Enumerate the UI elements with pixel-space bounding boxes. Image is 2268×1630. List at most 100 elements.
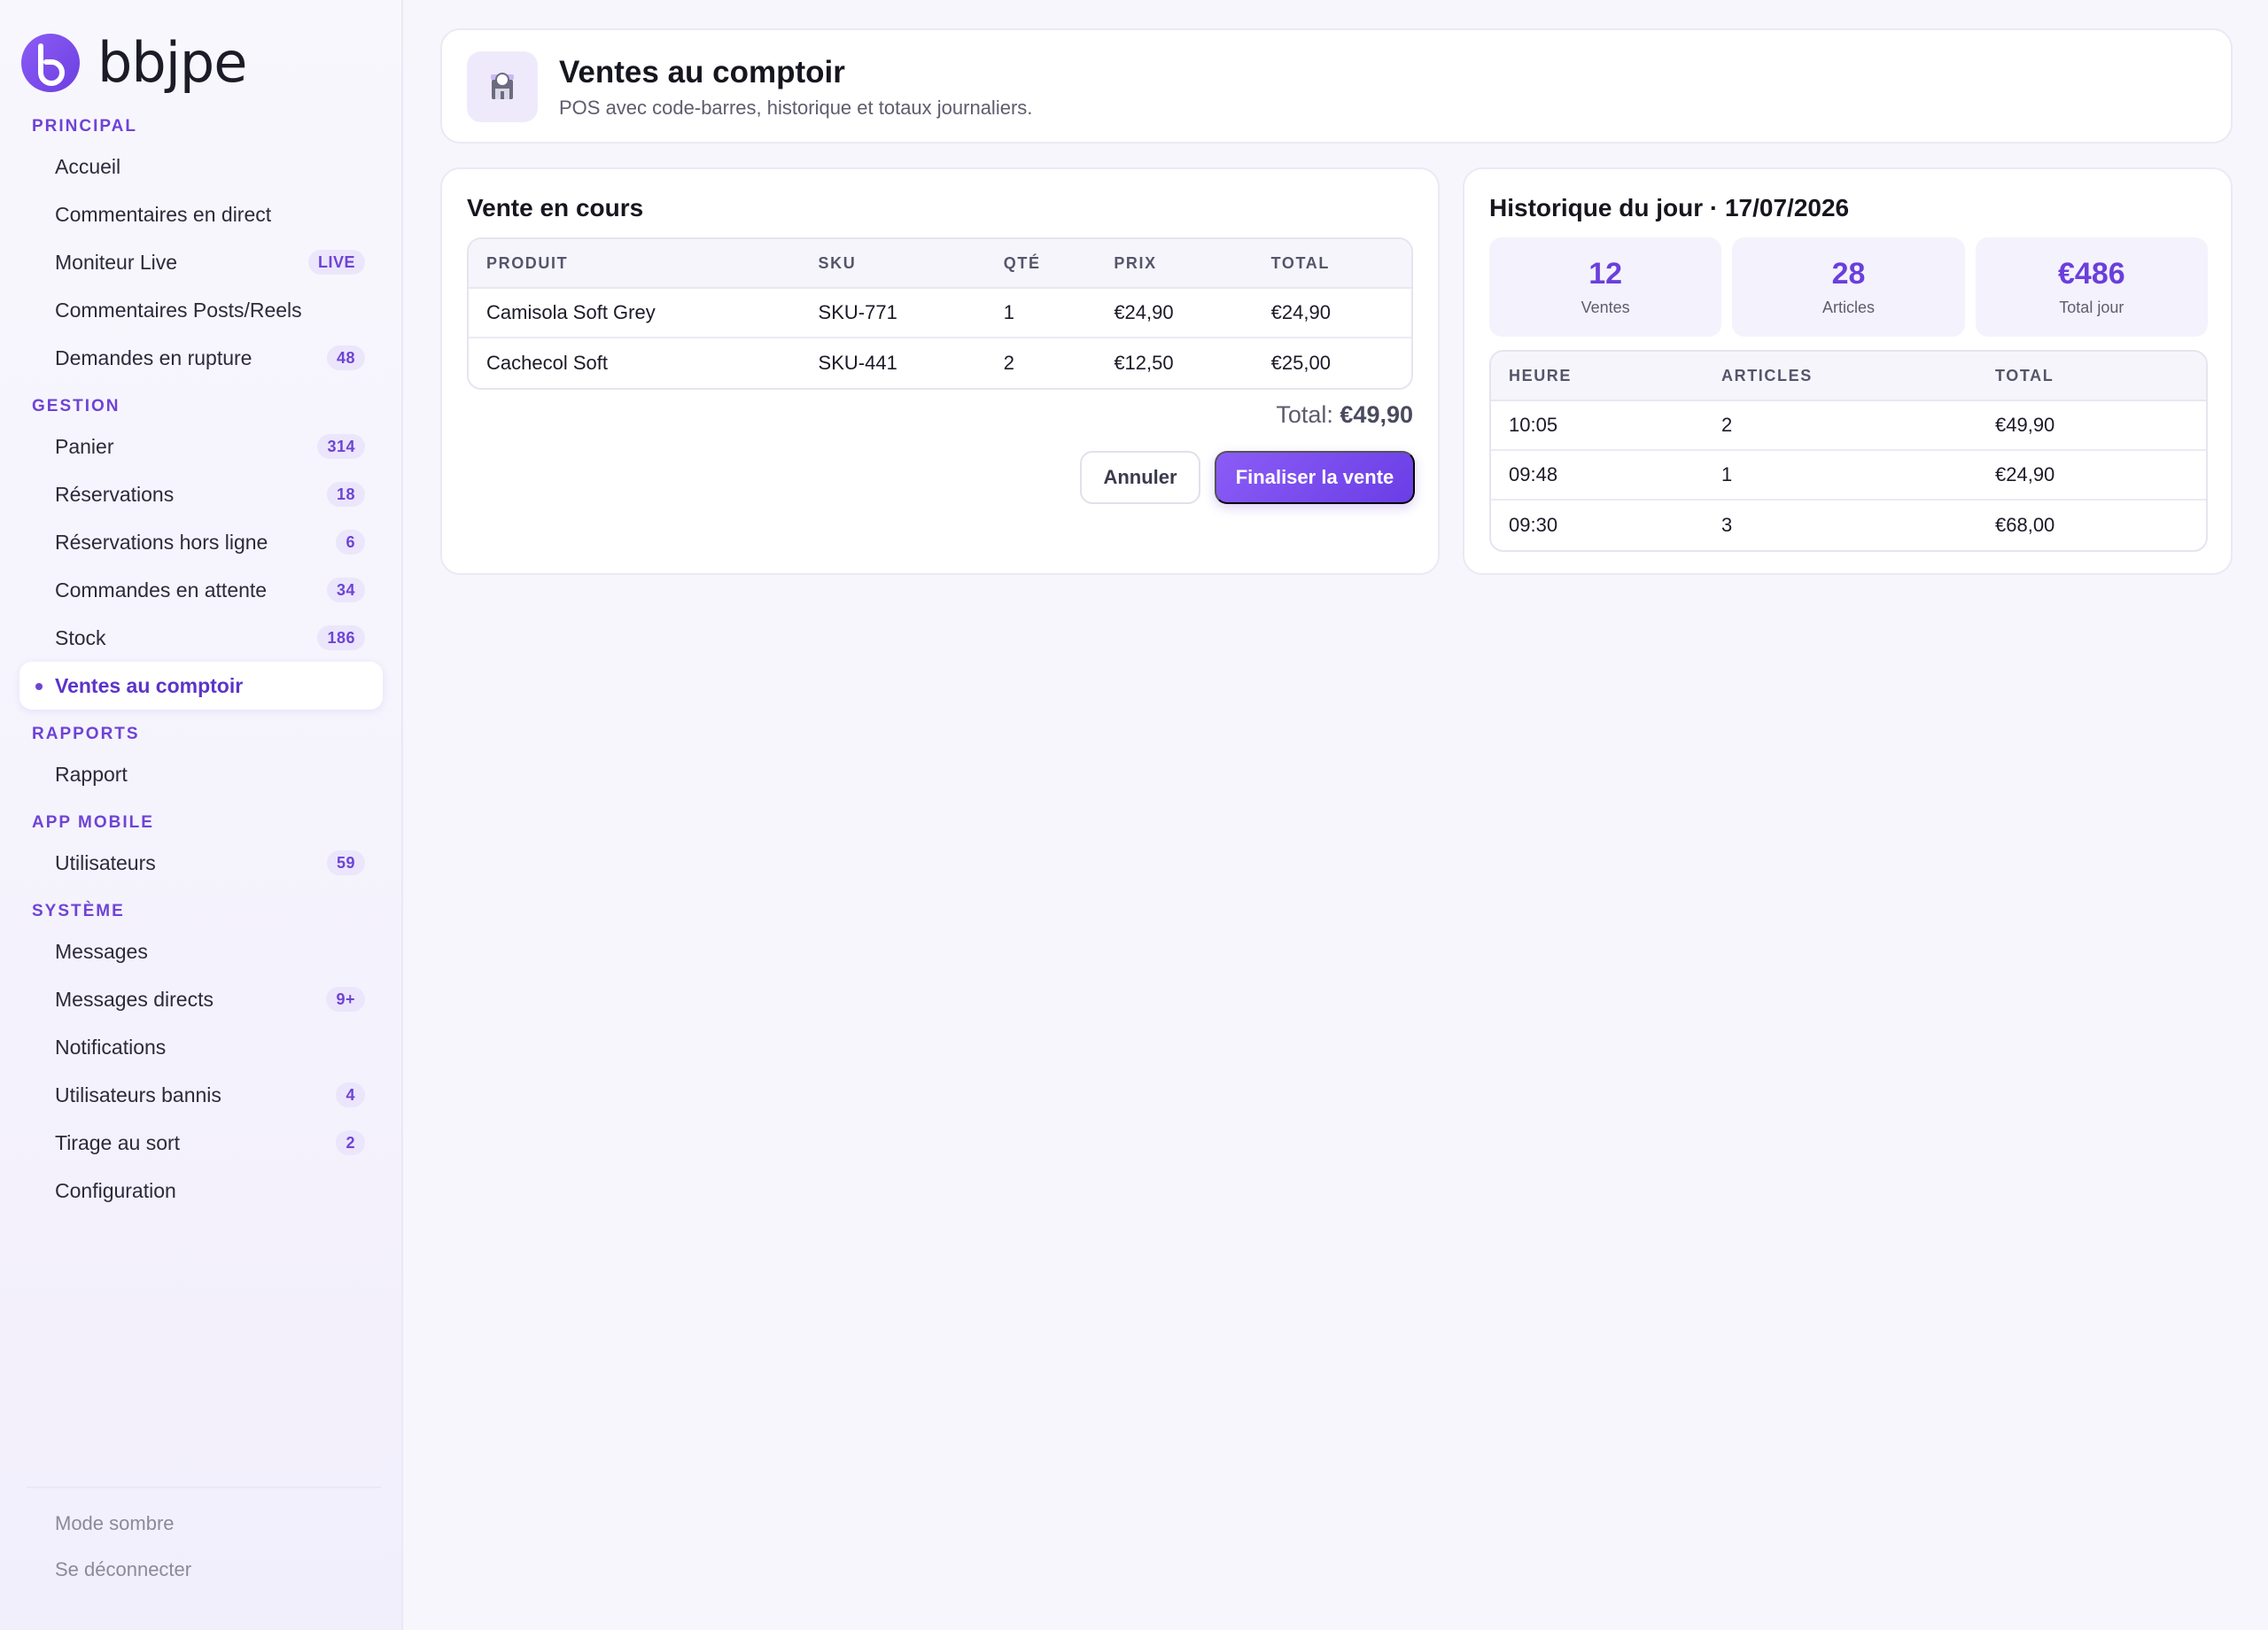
sidebar-item-label: Rapport [55,763,128,786]
table-row[interactable]: Cachecol Soft SKU-441 2 €12,50 €25,00 [469,338,1411,388]
cell-product: Camisola Soft Grey [486,301,656,323]
sidebar-item-messages-directs[interactable]: Messages directs 9+ [19,975,383,1023]
sidebar-item-rapport[interactable]: Rapport [19,750,383,798]
cell-sku: SKU-771 [818,301,897,323]
cell-total: €24,90 [1995,463,2055,485]
count-badge: 18 [326,482,365,507]
logout-link[interactable]: Se déconnecter [27,1547,381,1593]
sidebar-item-label: Utilisateurs [55,851,156,874]
sidebar-item-label: Commentaires Posts/Reels [55,299,302,322]
sidebar-item-commentaires-direct[interactable]: Commentaires en direct [19,190,383,238]
table-header: HEURE ARTICLES TOTAL [1491,352,2206,401]
cell-product: Cachecol Soft [486,352,608,374]
sidebar-item-label: Panier [55,435,114,458]
sidebar-item-demandes-rupture[interactable]: Demandes en rupture 48 [19,334,383,382]
active-dot-icon [35,683,43,690]
sidebar-item-utilisateurs[interactable]: Utilisateurs 59 [19,839,383,887]
sidebar-item-moniteur-live[interactable]: Moniteur Live LIVE [19,238,383,286]
sidebar-item-label: Tirage au sort [55,1131,181,1154]
cell-articles: 3 [1721,514,1733,536]
section-label-gestion: GESTION [32,397,120,415]
count-badge: 314 [317,434,365,459]
cell-price: €12,50 [1114,352,1174,374]
stat-label: Articles [1821,299,1875,316]
sidebar-footer: Mode sombre Se déconnecter [27,1486,381,1593]
sale-total-value: €49,90 [1340,401,1413,428]
sidebar-item-label: Messages [55,940,148,963]
stat-value: 12 [1588,257,1623,291]
finalize-sale-button[interactable]: Finaliser la vente [1215,451,1415,504]
table-row[interactable]: 10:05 2 €49,90 [1491,401,2206,451]
sale-total-label: Total: [1276,401,1333,428]
page-title: Ventes au comptoir [559,55,845,89]
sidebar-item-label: Demandes en rupture [55,346,252,369]
live-badge: LIVE [307,250,365,275]
cell-qty: 2 [1003,352,1014,374]
table-row[interactable]: Camisola Soft Grey SKU-771 1 €24,90 €24,… [469,289,1411,338]
sidebar-item-notifications[interactable]: Notifications [19,1023,383,1071]
section-label-app-mobile: APP MOBILE [32,813,154,832]
stat-sales: 12 Ventes [1489,237,1722,337]
sidebar-item-commandes-attente[interactable]: Commandes en attente 34 [19,566,383,614]
count-badge: 6 [336,530,365,555]
stat-value: €486 [2058,257,2125,291]
table-row[interactable]: 09:30 3 €68,00 [1491,501,2206,550]
count-badge: 9+ [326,987,365,1012]
cell-time: 09:30 [1509,514,1558,536]
column-header-sku: SKU [818,253,857,272]
sidebar-item-label: Commandes en attente [55,578,268,602]
section-label-principal: PRINCIPAL [32,117,137,136]
count-badge: 186 [317,625,365,650]
brand-logo-icon [21,33,80,92]
sale-total: Total: €49,90 [1276,401,1413,429]
sidebar-item-label: Utilisateurs bannis [55,1083,221,1106]
cell-sku: SKU-441 [818,352,897,374]
sidebar-item-label: Réservations hors ligne [55,531,268,554]
column-header-total: TOTAL [1270,253,1330,272]
cancel-button[interactable]: Annuler [1080,451,1200,504]
cell-total: €25,00 [1270,352,1331,374]
sidebar-item-label: Ventes au comptoir [55,674,244,697]
sidebar-item-label: Configuration [55,1179,176,1202]
history-title: Historique du jour · 17/07/2026 [1489,194,1850,221]
dark-mode-toggle[interactable]: Mode sombre [27,1501,381,1547]
sidebar-item-label: Réservations [55,483,175,506]
current-sale-table: PRODUIT SKU QTÉ PRIX TOTAL Camisola Soft… [467,237,1413,390]
count-badge: 2 [336,1130,365,1155]
page-header: Ventes au comptoir POS avec code-barres,… [440,28,2233,144]
stat-value: 28 [1831,257,1866,291]
cell-total: €68,00 [1995,514,2055,536]
cell-qty: 1 [1003,301,1014,323]
column-header-articles: ARTICLES [1721,366,1813,384]
sidebar-item-label: Stock [55,626,106,649]
sidebar-item-reservations[interactable]: Réservations 18 [19,470,383,518]
column-header-qty: QTÉ [1003,253,1041,272]
stat-label: Ventes [1581,299,1630,316]
count-badge: 48 [326,345,365,370]
brand-name: bbjpe [97,30,247,95]
sidebar-item-accueil[interactable]: Accueil [19,143,383,190]
current-sale-title: Vente en cours [467,194,644,221]
sidebar-item-label: Moniteur Live [55,251,178,274]
column-header-total: TOTAL [1995,366,2054,384]
sidebar-item-label: Notifications [55,1036,167,1059]
sidebar-item-label: Commentaires en direct [55,203,272,226]
brand[interactable]: bbjpe [21,30,247,95]
column-header-price: PRIX [1114,253,1157,272]
sidebar-item-tirage-sort[interactable]: Tirage au sort 2 [19,1119,383,1167]
count-badge: 4 [336,1083,365,1107]
sidebar-item-configuration[interactable]: Configuration [19,1167,383,1215]
stat-total-day: €486 Total jour [1975,237,2208,337]
sidebar-item-ventes-comptoir[interactable]: Ventes au comptoir [19,662,383,710]
sidebar-item-panier[interactable]: Panier 314 [19,423,383,470]
sidebar-item-reservations-hors-ligne[interactable]: Réservations hors ligne 6 [19,518,383,566]
cell-articles: 1 [1721,463,1733,485]
table-row[interactable]: 09:48 1 €24,90 [1491,451,2206,501]
cell-time: 10:05 [1509,414,1558,436]
current-sale-card: Vente en cours PRODUIT SKU QTÉ PRIX TOTA… [440,167,1440,575]
count-badge: 34 [326,578,365,602]
sidebar-item-stock[interactable]: Stock 186 [19,614,383,662]
sidebar-item-utilisateurs-bannis[interactable]: Utilisateurs bannis 4 [19,1071,383,1119]
sidebar-item-commentaires-posts[interactable]: Commentaires Posts/Reels [19,286,383,334]
sidebar-item-messages[interactable]: Messages [19,928,383,975]
